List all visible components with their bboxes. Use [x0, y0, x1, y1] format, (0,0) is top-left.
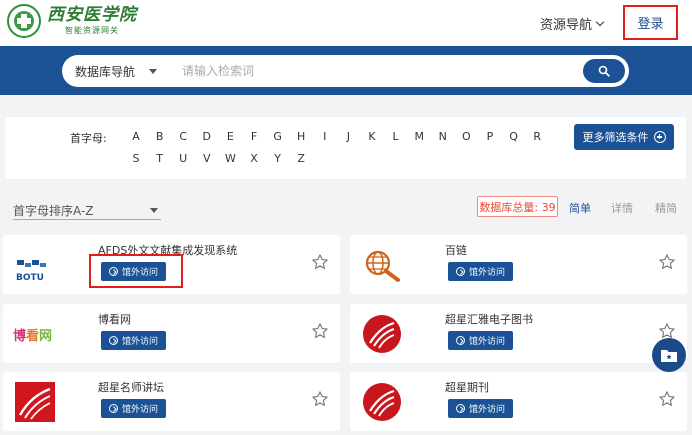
logo-subtitle: 智能资源网关: [65, 26, 119, 35]
sort-select-value: 首字母排序A-Z: [13, 204, 94, 218]
folder-star-icon: [661, 350, 677, 362]
external-access-icon: [108, 404, 118, 413]
chaoxing-square-logo-icon: [15, 382, 55, 422]
svg-text:看: 看: [26, 328, 39, 344]
site-logo[interactable]: 西安医学院 智能资源网关: [7, 4, 137, 38]
letter-filter-z[interactable]: Z: [294, 152, 308, 165]
globe-magnifier-logo-icon: [365, 250, 400, 282]
bookan-logo-icon: 博 看 网: [13, 328, 52, 344]
external-access-icon: [455, 404, 465, 413]
external-access-icon: [455, 336, 465, 345]
letter-filter-card: 首字母: ABCDEFGHIJKLMNOPQR STUVWXYZ 更多筛选条件: [5, 117, 686, 179]
favorite-star-icon[interactable]: [658, 390, 676, 408]
letter-filter-u[interactable]: U: [176, 152, 190, 165]
letter-filter-f[interactable]: F: [247, 130, 261, 143]
view-compact[interactable]: 精简: [655, 200, 677, 216]
letter-filter-m[interactable]: M: [412, 130, 426, 143]
letter-filter-j[interactable]: J: [341, 130, 355, 143]
more-filters-button[interactable]: 更多筛选条件: [574, 124, 674, 150]
svg-text:BOTU: BOTU: [16, 273, 44, 283]
off-campus-access-button[interactable]: 馆外访问: [101, 399, 166, 418]
database-name[interactable]: 百链: [445, 242, 467, 258]
letter-filter-d[interactable]: D: [200, 130, 214, 143]
school-emblem-icon: [7, 4, 41, 38]
favorite-star-icon[interactable]: [311, 322, 329, 340]
off-campus-access-button[interactable]: 馆外访问: [448, 262, 513, 281]
resource-nav-label: 资源导航: [540, 18, 593, 33]
search-button[interactable]: [583, 59, 625, 83]
letter-filter-k[interactable]: K: [365, 130, 379, 143]
annotation-highlight-box: [89, 254, 183, 288]
chevron-down-icon: [595, 17, 605, 26]
database-nav-select[interactable]: 数据库导航: [75, 55, 158, 87]
favorite-star-icon[interactable]: [658, 253, 676, 271]
botu-logo-icon: BOTU: [16, 260, 46, 283]
plus-circle-icon: [653, 131, 666, 143]
svg-text:博: 博: [13, 328, 26, 344]
letter-filter-g[interactable]: G: [271, 130, 285, 143]
letter-filter-b[interactable]: B: [153, 130, 167, 143]
database-name[interactable]: 超星期刊: [445, 379, 489, 395]
external-access-icon: [455, 267, 465, 276]
search-box: 数据库导航: [62, 55, 629, 87]
favorite-star-icon[interactable]: [311, 253, 329, 271]
letter-filter-i[interactable]: I: [318, 130, 332, 143]
search-input[interactable]: [182, 61, 562, 81]
sort-select[interactable]: 首字母排序A-Z: [13, 202, 161, 220]
database-nav-select-label: 数据库导航: [75, 64, 136, 79]
letter-filter-label: 首字母:: [70, 132, 107, 145]
off-campus-access-button[interactable]: 馆外访问: [448, 399, 513, 418]
database-card[interactable]: 博 看 网 博看网 馆外访问: [3, 304, 340, 363]
dropdown-arrow-icon: [149, 68, 158, 74]
letter-filter-o[interactable]: O: [459, 130, 473, 143]
letter-filter-w[interactable]: W: [223, 152, 237, 165]
letter-filter-c[interactable]: C: [176, 130, 190, 143]
letter-filter-l[interactable]: L: [389, 130, 403, 143]
logo-title: 西安医学院: [47, 5, 137, 25]
letter-filter-n[interactable]: N: [436, 130, 450, 143]
database-card[interactable]: 百链 馆外访问: [350, 235, 687, 294]
letter-filter-v[interactable]: V: [200, 152, 214, 165]
resource-nav-menu[interactable]: 资源导航: [540, 14, 605, 33]
letter-filter-h[interactable]: H: [294, 130, 308, 143]
letter-filter-t[interactable]: T: [153, 152, 167, 165]
top-header: 西安医学院 智能资源网关 资源导航 登录: [0, 0, 692, 46]
database-total-badge: 数据库总量: 39: [477, 196, 558, 217]
database-card[interactable]: 超星名师讲坛 馆外访问: [3, 372, 340, 431]
letter-filter-q[interactable]: Q: [507, 130, 521, 143]
database-card[interactable]: 超星汇雅电子图书 馆外访问: [350, 304, 687, 363]
chaoxing-logo-icon: [363, 383, 401, 421]
letter-filter-s[interactable]: S: [129, 152, 143, 165]
database-card[interactable]: 超星期刊 馆外访问: [350, 372, 687, 431]
database-name[interactable]: 博看网: [98, 311, 131, 327]
database-name[interactable]: 超星汇雅电子图书: [445, 311, 533, 327]
view-detail[interactable]: 详情: [611, 200, 633, 216]
letter-filter-e[interactable]: E: [223, 130, 237, 143]
dropdown-arrow-icon: [150, 208, 158, 213]
letter-filter-a[interactable]: A: [129, 130, 143, 143]
svg-text:网: 网: [39, 329, 52, 344]
letter-filter-r[interactable]: R: [530, 130, 544, 143]
search-icon: [598, 65, 610, 77]
search-band: 数据库导航: [0, 46, 692, 95]
floating-folder-button[interactable]: [652, 338, 686, 372]
off-campus-access-button[interactable]: 馆外访问: [448, 331, 513, 350]
chaoxing-logo-icon: [363, 315, 401, 353]
off-campus-access-button[interactable]: 馆外访问: [101, 331, 166, 350]
letter-filter-x[interactable]: X: [247, 152, 261, 165]
database-name[interactable]: 超星名师讲坛: [98, 379, 164, 395]
letter-filter-p[interactable]: P: [483, 130, 497, 143]
login-button[interactable]: 登录: [623, 5, 678, 40]
more-filters-label: 更多筛选条件: [582, 131, 649, 144]
view-simple[interactable]: 简单: [569, 200, 591, 216]
external-access-icon: [108, 336, 118, 345]
letter-filter-y[interactable]: Y: [271, 152, 285, 165]
favorite-star-icon[interactable]: [311, 390, 329, 408]
